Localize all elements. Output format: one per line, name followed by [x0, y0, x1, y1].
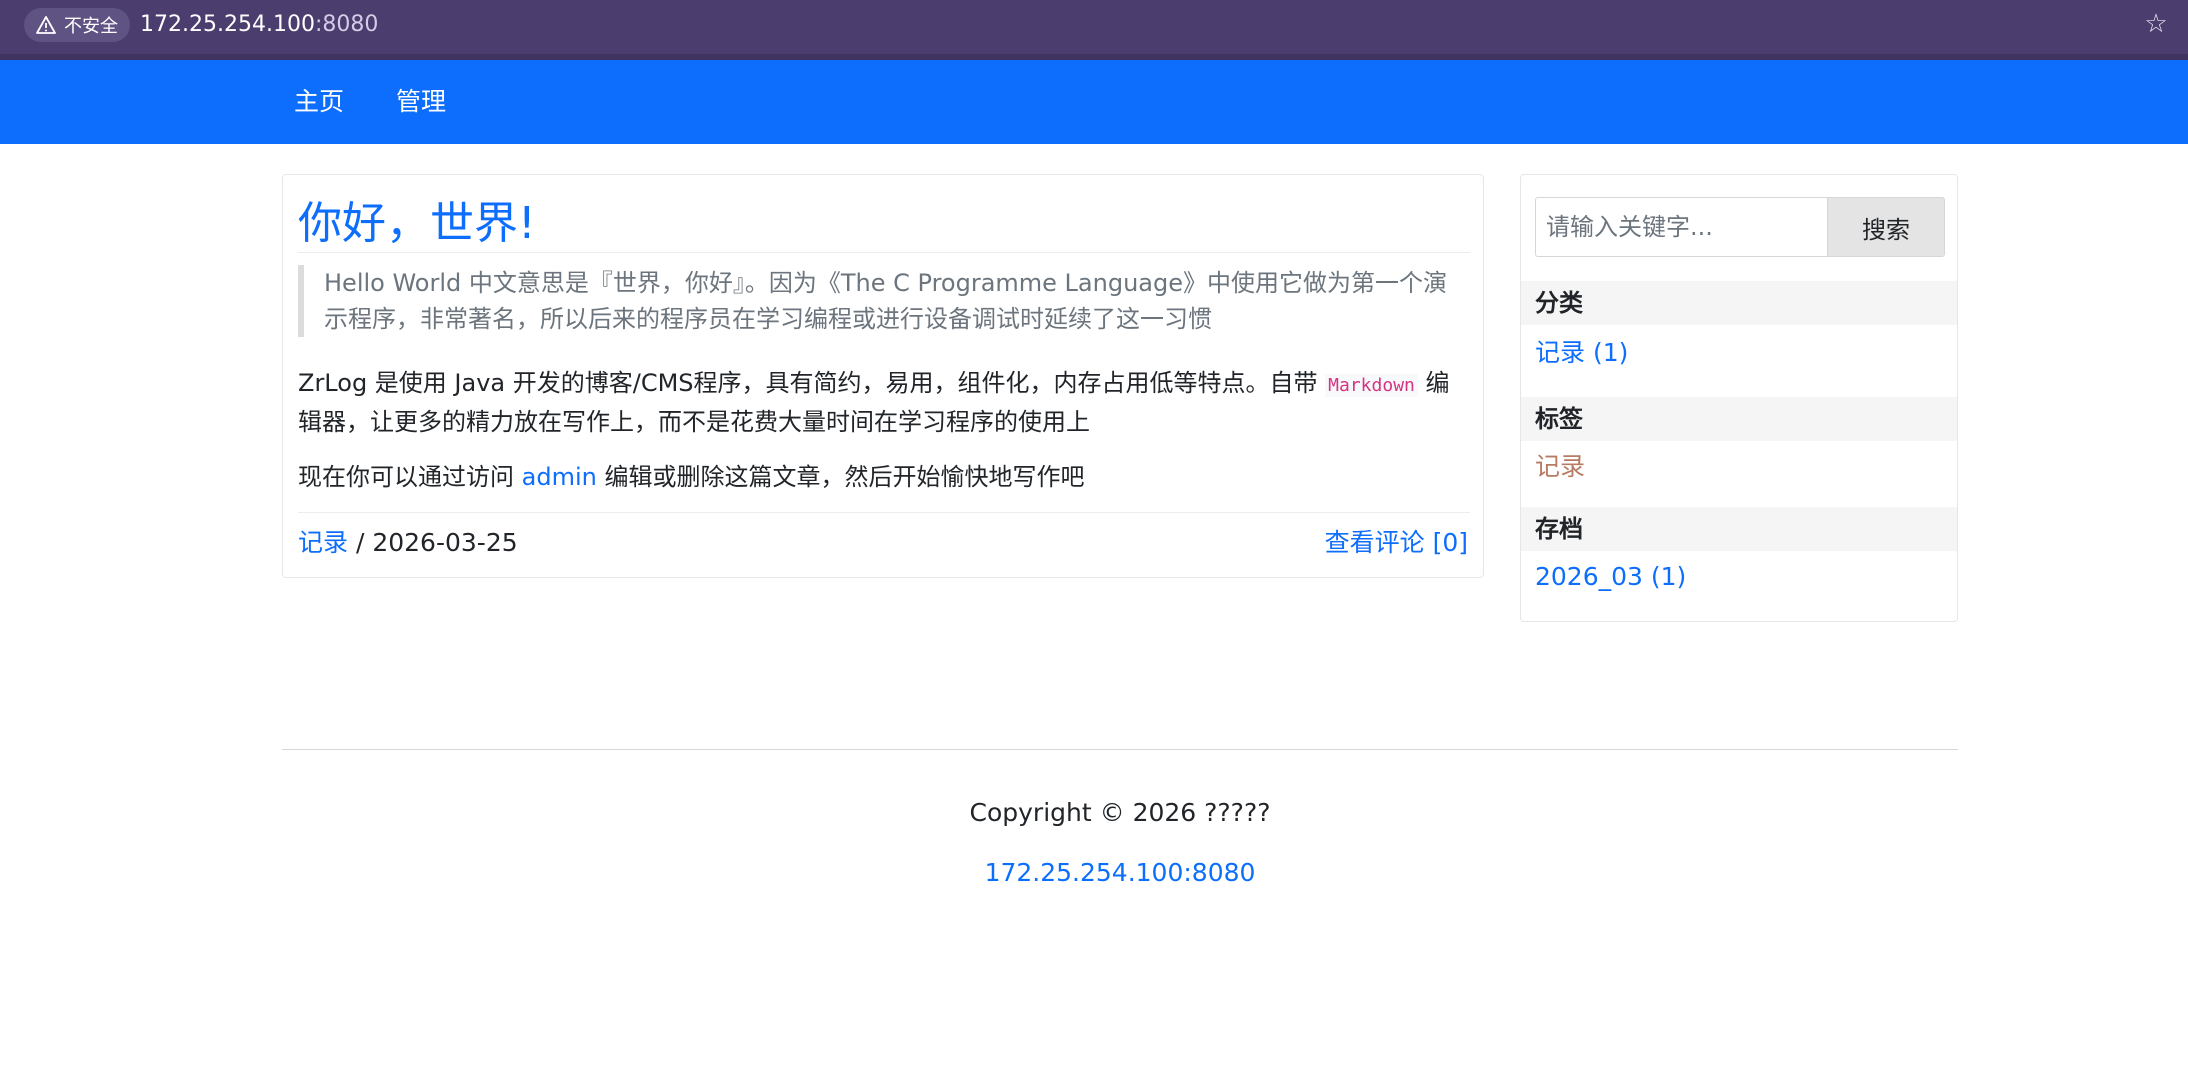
view-comments-link[interactable]: 查看评论 [0]	[1325, 525, 1468, 561]
category-link[interactable]: 记录 (1)	[1535, 335, 1628, 371]
warning-triangle-icon	[36, 16, 56, 34]
post-paragraph-admin: 现在你可以通过访问 admin 编辑或删除这篇文章，然后开始愉快地写作吧	[298, 459, 1470, 495]
search-button[interactable]: 搜索	[1827, 197, 1945, 257]
search-input[interactable]	[1535, 197, 1827, 257]
admin-text-rest: 编辑或删除这篇文章，然后开始愉快地写作吧	[596, 463, 1085, 491]
meta-separator: /	[348, 528, 373, 557]
post-category-link[interactable]: 记录	[298, 528, 348, 557]
browser-toolbar: 不安全 172.25.254.100:8080 ☆	[0, 0, 2188, 60]
url-host: 172.25.254.100	[140, 12, 315, 37]
archive-link[interactable]: 2026_03 (1)	[1535, 559, 1686, 595]
nav-home[interactable]: 主页	[294, 60, 344, 144]
admin-link[interactable]: admin	[522, 463, 597, 491]
post-meta: 记录 / 2026-03-25	[298, 525, 518, 561]
post-blockquote: Hello World 中文意思是『世界，你好』。因为《The C Progra…	[298, 265, 1470, 337]
address-bar[interactable]: 172.25.254.100:8080	[140, 10, 378, 40]
title-divider	[298, 252, 1470, 253]
post-paragraph-intro: ZrLog 是使用 Java 开发的博客/CMS程序，具有简约，易用，组件化，内…	[298, 365, 1470, 440]
post-title[interactable]: 你好，世界!	[298, 187, 536, 251]
footer-copyright: Copyright © 2026 ?????	[969, 798, 1271, 827]
tag-link[interactable]: 记录	[1535, 449, 1585, 485]
security-indicator[interactable]: 不安全	[24, 8, 130, 42]
footer-divider	[282, 749, 1958, 750]
url-port: :8080	[314, 12, 379, 37]
nav-admin[interactable]: 管理	[396, 60, 446, 144]
security-label: 不安全	[64, 16, 118, 37]
star-icon[interactable]: ☆	[2142, 10, 2170, 38]
post-card: 你好，世界! Hello World 中文意思是『世界，你好』。因为《The C…	[282, 174, 1484, 578]
markdown-code: Markdown	[1325, 374, 1418, 397]
sidebar: 搜索 分类 记录 (1) 标签 记录 存档 2026_03 (1)	[1520, 174, 1958, 622]
tags-heading: 标签	[1521, 397, 1957, 441]
admin-text: 现在你可以通过访问	[298, 463, 522, 491]
categories-heading: 分类	[1521, 281, 1957, 325]
archives-heading: 存档	[1521, 507, 1957, 551]
intro-text: ZrLog 是使用 Java 开发的博客/CMS程序，具有简约，易用，组件化，内…	[298, 369, 1326, 397]
footer-site-link[interactable]: 172.25.254.100:8080	[0, 858, 2188, 887]
site-navbar: 主页 管理	[0, 60, 2188, 144]
meta-divider	[298, 512, 1470, 513]
post-date: 2026-03-25	[372, 528, 518, 557]
